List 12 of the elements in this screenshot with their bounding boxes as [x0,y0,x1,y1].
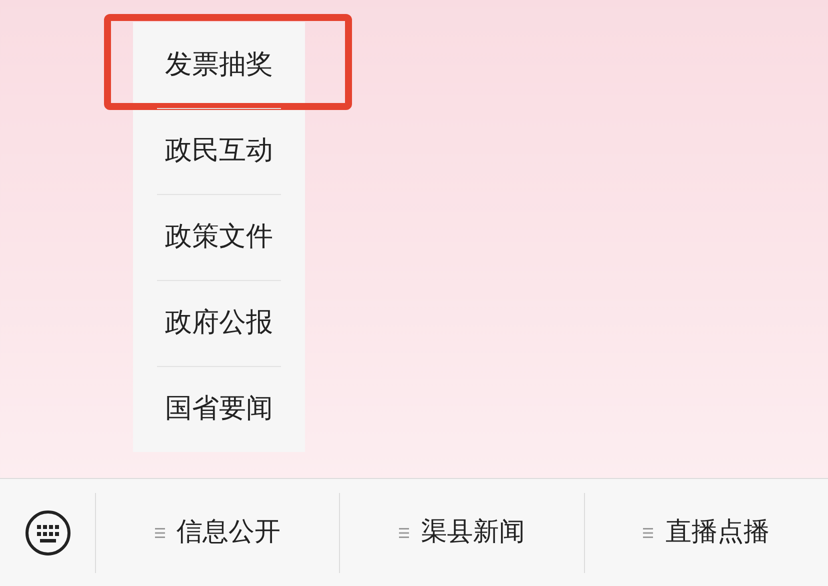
bottom-menu-item[interactable]: 信息公开 [176,513,281,552]
menu-lines-icon [643,526,654,538]
submenu-item[interactable]: 国省要闻 [165,389,273,430]
submenu-item[interactable]: 政民互动 [165,131,273,172]
menu-lines-icon [398,526,409,538]
submenu-item[interactable]: 政策文件 [165,217,273,258]
submenu-item[interactable]: 发票抽奖 [165,44,273,86]
keyboard-icon[interactable] [24,508,72,556]
bottom-menu-item[interactable]: 渠县新闻 [420,513,525,552]
menu-lines-icon [154,526,165,538]
submenu-item[interactable]: 政府公报 [165,303,273,344]
bottom-menu-item[interactable]: 直播点播 [665,513,770,552]
